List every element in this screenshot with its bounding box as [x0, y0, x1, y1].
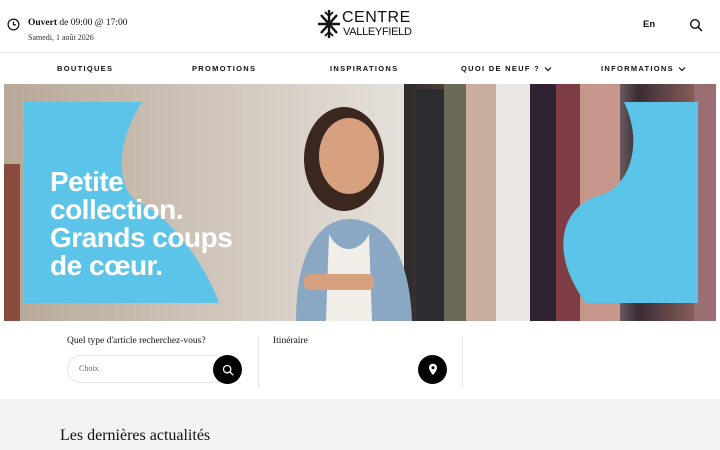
site-logo[interactable]: CENTRE VALLEYFIELD: [316, 9, 412, 41]
main-nav: BOUTIQUES PROMOTIONS INSPIRATIONS QUOI D…: [0, 52, 720, 84]
logo-text-top: CENTRE: [342, 9, 411, 26]
nav-label: QUOI DE NEUF ?: [461, 64, 541, 73]
hero-banner[interactable]: Petite collection. Grands coups de cœur.: [4, 84, 716, 321]
chevron-down-icon: [678, 66, 686, 71]
divider: [462, 336, 463, 388]
map-pin-icon: [428, 363, 437, 375]
nav-item-informations[interactable]: INFORMATIONS: [601, 64, 686, 73]
article-type-select[interactable]: Choix: [67, 355, 227, 383]
hero-line-1: Petite: [50, 166, 124, 197]
hero-line-4: de cœur.: [50, 250, 163, 281]
language-toggle[interactable]: En: [643, 19, 655, 30]
nav-label: INFORMATIONS: [601, 64, 674, 73]
news-section: Les dernières actualités: [0, 399, 720, 450]
article-search-button[interactable]: [213, 355, 242, 384]
top-bar: Ouvert de 09:00 @ 17:00 Samedi, 1 août 2…: [0, 0, 720, 52]
route-button[interactable]: [418, 355, 447, 384]
hero-headline: Petite collection. Grands coups de cœur.: [50, 168, 290, 280]
clock-icon: [7, 18, 20, 31]
opening-hours: Ouvert de 09:00 @ 17:00: [28, 18, 128, 28]
article-search-label: Quel type d'article recherchez-vous?: [67, 336, 206, 346]
route-label: Itinéraire: [273, 336, 308, 346]
nav-item-inspirations[interactable]: INSPIRATIONS: [330, 64, 398, 73]
nav-label: INSPIRATIONS: [330, 64, 399, 73]
nav-item-boutiques[interactable]: BOUTIQUES: [57, 64, 113, 73]
open-status: Ouvert: [28, 18, 58, 28]
logo-text-bottom: VALLEYFIELD: [343, 26, 412, 38]
news-title: Les dernières actualités: [60, 427, 211, 444]
hero-line-2: collection.: [50, 194, 183, 225]
search-icon: [222, 364, 233, 375]
divider: [258, 336, 259, 388]
open-hours-range: de 09:00 @ 17:00: [59, 18, 128, 28]
logo-mark-icon: [318, 10, 340, 38]
nav-label: PROMOTIONS: [192, 64, 257, 73]
nav-item-quoi-de-neuf[interactable]: QUOI DE NEUF ?: [461, 64, 552, 73]
nav-label: BOUTIQUES: [57, 64, 114, 73]
nav-item-promotions[interactable]: PROMOTIONS: [192, 64, 256, 73]
hero-line-3: Grands coups: [50, 222, 233, 253]
current-date: Samedi, 1 août 2026: [28, 33, 94, 42]
search-icon[interactable]: [689, 18, 703, 32]
chevron-down-icon: [544, 66, 552, 71]
